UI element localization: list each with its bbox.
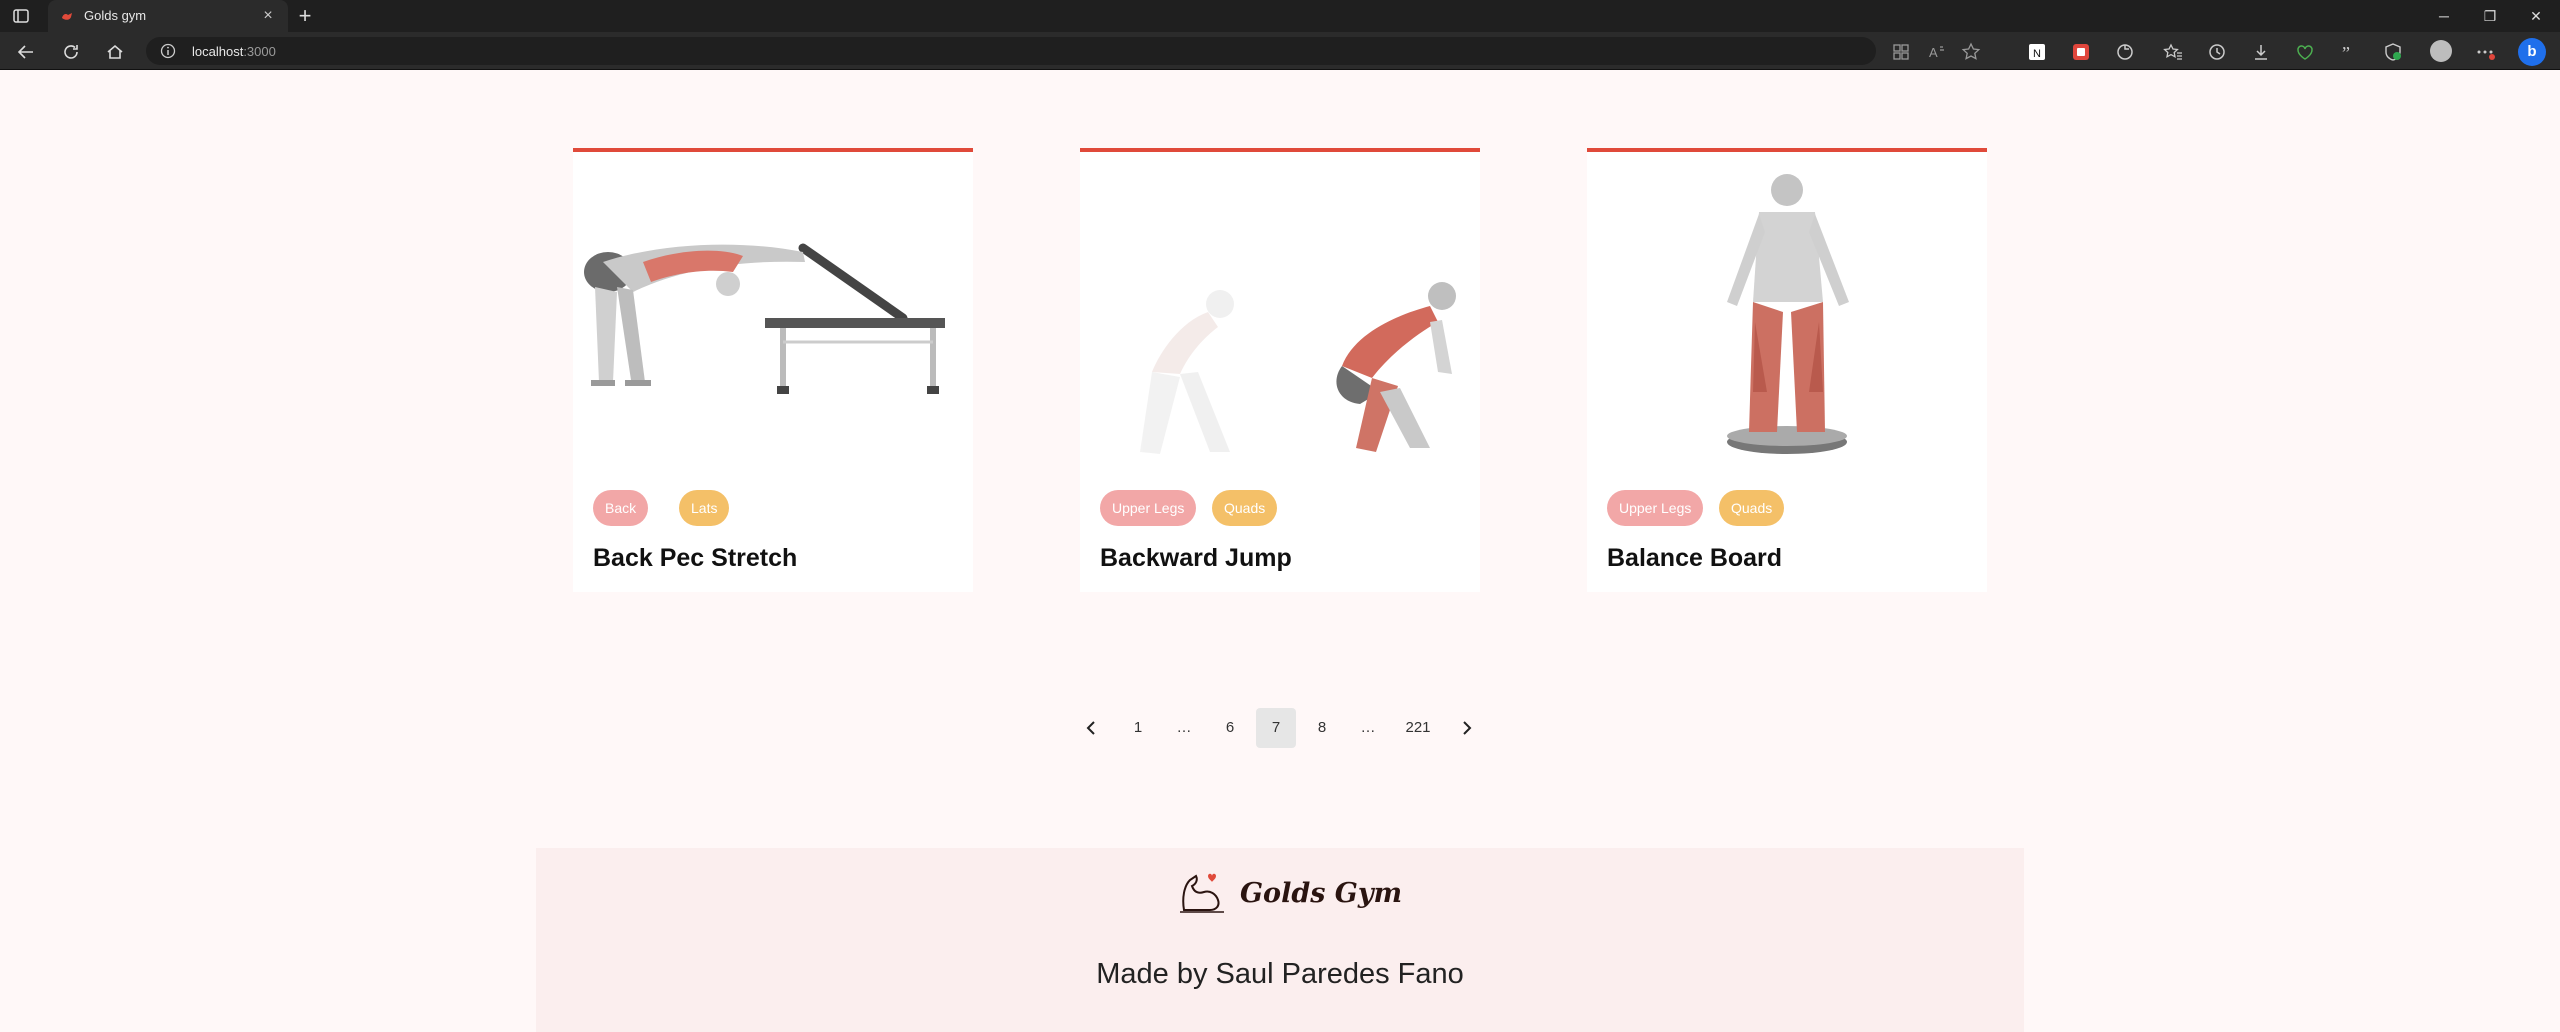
exercise-name: Balance Board [1607, 544, 1783, 572]
svg-text:A: A [1929, 45, 1938, 60]
current-page-button[interactable]: 7 [1256, 708, 1296, 748]
favorite-star-icon[interactable] [1960, 41, 1982, 63]
extension-red-icon[interactable] [2070, 41, 2092, 63]
favorites-icon[interactable] [2162, 41, 2184, 63]
refresh-icon[interactable] [60, 41, 82, 63]
favicon-icon [62, 13, 72, 20]
more-options-icon[interactable] [2474, 41, 2496, 63]
body-part-tag[interactable]: Upper Legs [1100, 490, 1197, 526]
footer-credit: Made by Saul Paredes Fano [1096, 958, 1464, 990]
browser-tab[interactable]: Golds gym × [48, 0, 288, 32]
target-muscle-tag[interactable]: Quads [1212, 490, 1278, 526]
new-tab-icon[interactable]: + [294, 5, 316, 27]
exercise-gif-backward-jump [1140, 282, 1456, 454]
page-ellipsis: … [1360, 719, 1376, 736]
footer: Golds Gym Made by Saul Paredes Fano [536, 848, 2024, 1032]
app-available-icon[interactable] [1890, 41, 1912, 63]
body-part-tag[interactable]: Back [593, 490, 649, 526]
page-button[interactable]: 6 [1210, 708, 1250, 748]
target-muscle-tag[interactable]: Lats [679, 490, 730, 526]
exercise-gif-back-pec-stretch [584, 243, 945, 394]
read-aloud-icon[interactable]: A [1926, 41, 1948, 63]
restore-icon[interactable]: ❐ [2480, 6, 2500, 26]
previous-page-icon[interactable] [1072, 708, 1112, 748]
browser-essentials-icon[interactable] [2382, 41, 2404, 63]
profile-avatar-icon[interactable] [2430, 40, 2452, 62]
tab-actions-icon[interactable] [12, 7, 30, 25]
performance-icon[interactable] [2294, 41, 2316, 63]
quotes-icon[interactable]: ” [2338, 41, 2360, 63]
next-page-icon[interactable] [1446, 708, 1486, 748]
copilot-icon[interactable]: b [2518, 38, 2546, 66]
page-button[interactable]: 8 [1302, 708, 1342, 748]
svg-text:”: ” [2342, 43, 2350, 63]
exercise-card[interactable]: Upper Legs Quads Backward Jump [1080, 148, 1480, 592]
exercise-card[interactable]: Back Lats Back Pec Stretch [573, 148, 973, 592]
exercise-name: Backward Jump [1100, 544, 1292, 572]
history-icon[interactable] [2206, 41, 2228, 63]
body-part-tag[interactable]: Upper Legs [1607, 490, 1704, 526]
svg-text:N: N [2033, 48, 2041, 60]
page-ellipsis: … [1176, 719, 1192, 736]
minimize-icon[interactable]: ─ [2434, 6, 2454, 26]
footer-brand: Golds Gym [1240, 878, 1403, 909]
exercise-gif-balance-board [1727, 174, 1849, 454]
page-button[interactable]: 1 [1118, 708, 1158, 748]
tab-title: Golds gym [84, 8, 147, 23]
home-icon[interactable] [104, 41, 126, 63]
downloads-icon[interactable] [2250, 41, 2272, 63]
close-tab-icon[interactable]: × [260, 8, 276, 24]
close-window-icon[interactable]: ✕ [2526, 6, 2546, 26]
address-bar[interactable]: localhost:3000 A [146, 37, 1981, 65]
browser-toolbar: localhost:3000 A N ” b [0, 32, 2560, 70]
url-text: localhost:3000 [192, 44, 276, 59]
flexed-arm-logo-icon [1180, 873, 1224, 913]
last-page-button[interactable]: 221 [1394, 708, 1442, 748]
exercise-name: Back Pec Stretch [593, 544, 798, 572]
back-icon[interactable] [15, 41, 37, 63]
site-info-icon[interactable] [160, 43, 176, 59]
extensions-puzzle-icon[interactable] [2114, 41, 2136, 63]
target-muscle-tag[interactable]: Quads [1719, 490, 1785, 526]
extension-notion-icon[interactable]: N [2026, 41, 2048, 63]
exercise-card[interactable]: Upper Legs Quads Balance Board [1587, 148, 1987, 592]
browser-tab-bar: Golds gym × + ─ ❐ ✕ [0, 0, 2560, 32]
